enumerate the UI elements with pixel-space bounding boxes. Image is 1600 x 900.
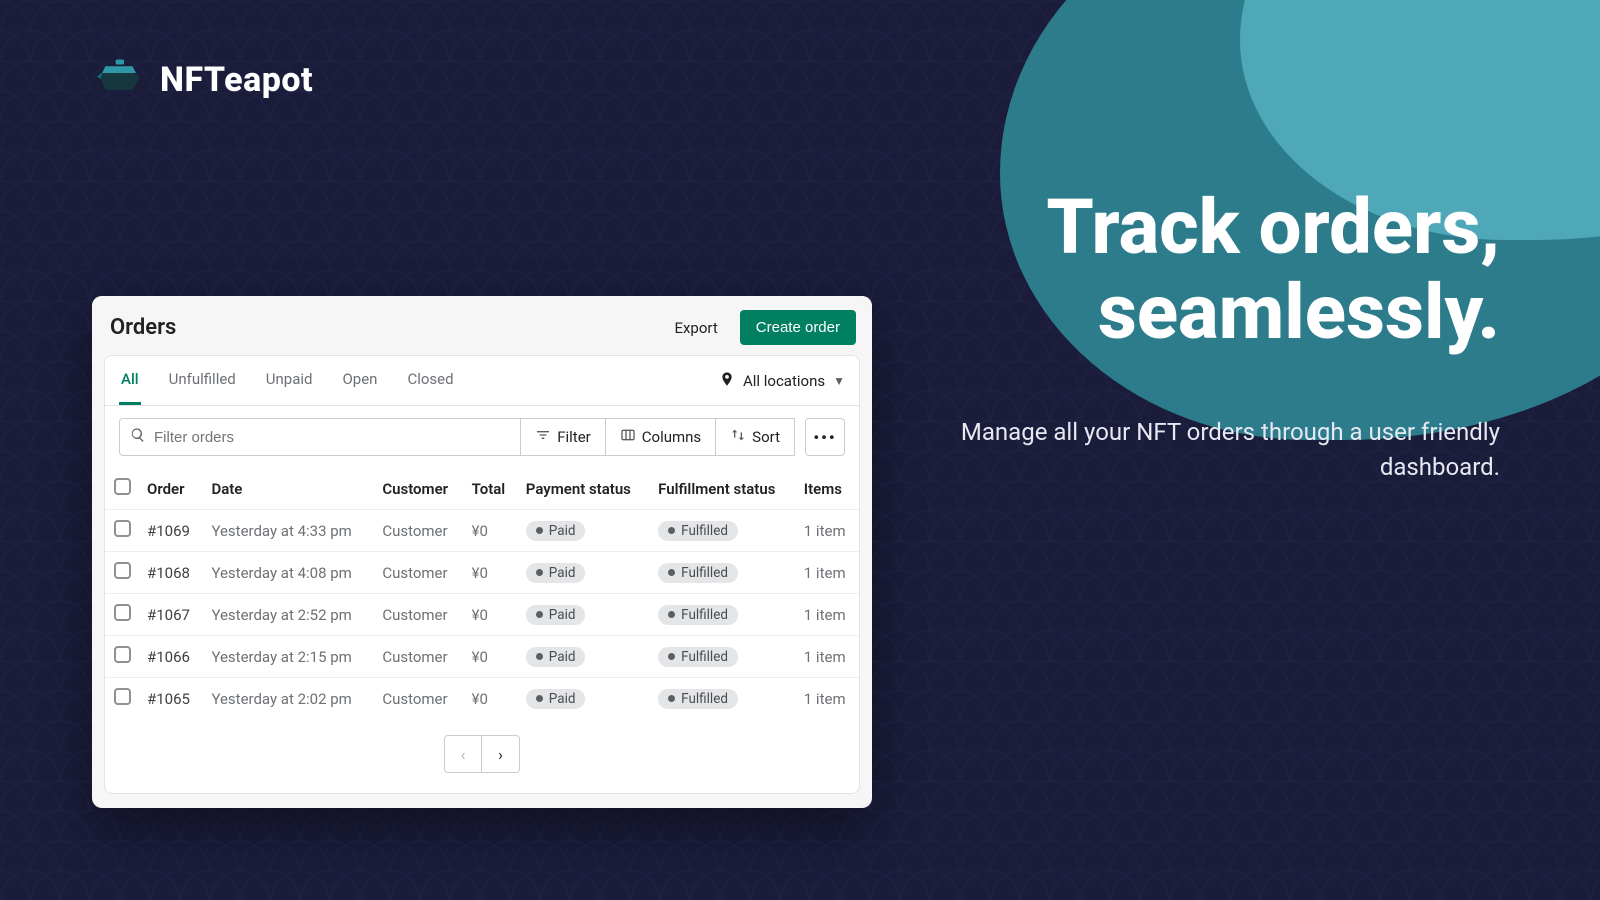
create-order-button[interactable]: Create order [740, 310, 856, 345]
tab-all[interactable]: All [119, 356, 141, 405]
cell-order: #1066 [139, 636, 203, 678]
cell-items: 1 item [796, 678, 859, 720]
cell-items: 1 item [796, 594, 859, 636]
cell-total: ¥0 [464, 678, 518, 720]
cell-customer: Customer [374, 552, 463, 594]
location-selector[interactable]: All locations ▼ [719, 361, 845, 401]
prev-page-button[interactable]: ‹ [444, 735, 482, 773]
orders-table: Order Date Customer Total Payment status… [105, 468, 859, 719]
tab-open[interactable]: Open [340, 356, 379, 405]
cell-order: #1067 [139, 594, 203, 636]
cell-date: Yesterday at 2:15 pm [203, 636, 374, 678]
cell-total: ¥0 [464, 510, 518, 552]
row-checkbox[interactable] [114, 520, 131, 537]
status-badge: Paid [526, 605, 586, 625]
tab-closed[interactable]: Closed [405, 356, 455, 405]
chevron-right-icon: › [498, 745, 503, 764]
cell-date: Yesterday at 4:33 pm [203, 510, 374, 552]
tab-unpaid[interactable]: Unpaid [264, 356, 315, 405]
cell-date: Yesterday at 2:02 pm [203, 678, 374, 720]
cell-total: ¥0 [464, 594, 518, 636]
table-row[interactable]: #1068Yesterday at 4:08 pmCustomer¥0 Paid F… [105, 552, 859, 594]
columns-button[interactable]: Columns [606, 418, 716, 456]
cell-order: #1069 [139, 510, 203, 552]
more-actions-button[interactable]: ••• [805, 418, 845, 456]
status-badge: Paid [526, 521, 586, 541]
status-badge: Paid [526, 647, 586, 667]
cell-customer: Customer [374, 594, 463, 636]
cell-order: #1065 [139, 678, 203, 720]
cell-payment: Paid [518, 510, 650, 552]
chevron-left-icon: ‹ [461, 745, 466, 764]
filter-orders-input[interactable] [154, 429, 510, 446]
dots-icon: ••• [813, 428, 836, 447]
cell-date: Yesterday at 2:52 pm [203, 594, 374, 636]
cell-items: 1 item [796, 636, 859, 678]
caret-down-icon: ▼ [833, 374, 845, 388]
cell-items: 1 item [796, 510, 859, 552]
status-badge: Fulfilled [658, 689, 738, 709]
select-all-checkbox[interactable] [114, 478, 131, 495]
status-badge: Fulfilled [658, 563, 738, 583]
col-items[interactable]: Items [796, 468, 859, 510]
col-order[interactable]: Order [139, 468, 203, 510]
search-icon [130, 427, 146, 447]
cell-payment: Paid [518, 552, 650, 594]
table-row[interactable]: #1069Yesterday at 4:33 pmCustomer¥0 Paid F… [105, 510, 859, 552]
cell-customer: Customer [374, 510, 463, 552]
table-row[interactable]: #1067Yesterday at 2:52 pmCustomer¥0 Paid F… [105, 594, 859, 636]
table-row[interactable]: #1065Yesterday at 2:02 pmCustomer¥0 Paid F… [105, 678, 859, 720]
location-pin-icon [719, 371, 735, 391]
hero-copy: Track orders, seamlessly. Manage all you… [860, 185, 1500, 485]
location-label: All locations [743, 372, 825, 390]
table-row[interactable]: #1066Yesterday at 2:15 pmCustomer¥0 Paid F… [105, 636, 859, 678]
export-link[interactable]: Export [674, 319, 717, 337]
col-payment[interactable]: Payment status [518, 468, 650, 510]
col-customer[interactable]: Customer [374, 468, 463, 510]
hero-subtitle: Manage all your NFT orders through a use… [860, 415, 1500, 485]
cell-fulfillment: Fulfilled [650, 636, 796, 678]
teapot-icon [92, 56, 146, 104]
col-date[interactable]: Date [203, 468, 374, 510]
orders-title: Orders [110, 315, 176, 340]
cell-items: 1 item [796, 552, 859, 594]
status-badge: Fulfilled [658, 647, 738, 667]
cell-payment: Paid [518, 678, 650, 720]
status-badge: Paid [526, 563, 586, 583]
row-checkbox[interactable] [114, 562, 131, 579]
cell-payment: Paid [518, 636, 650, 678]
status-badge: Fulfilled [658, 521, 738, 541]
next-page-button[interactable]: › [482, 735, 520, 773]
filter-button[interactable]: Filter [521, 418, 606, 456]
cell-fulfillment: Fulfilled [650, 594, 796, 636]
filter-icon [535, 427, 551, 447]
col-fulfillment[interactable]: Fulfillment status [650, 468, 796, 510]
row-checkbox[interactable] [114, 688, 131, 705]
cell-fulfillment: Fulfilled [650, 552, 796, 594]
tab-unfulfilled[interactable]: Unfulfilled [167, 356, 238, 405]
cell-total: ¥0 [464, 636, 518, 678]
brand: NFTeapot [92, 56, 313, 104]
sort-button[interactable]: Sort [716, 418, 795, 456]
hero-title: Track orders, seamlessly. [860, 185, 1500, 355]
sort-icon [730, 427, 746, 447]
cell-fulfillment: Fulfilled [650, 510, 796, 552]
cell-customer: Customer [374, 636, 463, 678]
status-badge: Paid [526, 689, 586, 709]
cell-fulfillment: Fulfilled [650, 678, 796, 720]
cell-customer: Customer [374, 678, 463, 720]
brand-name: NFTeapot [160, 60, 313, 100]
status-badge: Fulfilled [658, 605, 738, 625]
row-checkbox[interactable] [114, 646, 131, 663]
row-checkbox[interactable] [114, 604, 131, 621]
filter-orders-search[interactable] [119, 418, 521, 456]
cell-date: Yesterday at 4:08 pm [203, 552, 374, 594]
cell-total: ¥0 [464, 552, 518, 594]
col-total[interactable]: Total [464, 468, 518, 510]
pagination: ‹ › [105, 719, 859, 793]
orders-panel: Orders Export Create order All Unfulfille… [92, 296, 872, 808]
cell-order: #1068 [139, 552, 203, 594]
columns-icon [620, 427, 636, 447]
cell-payment: Paid [518, 594, 650, 636]
